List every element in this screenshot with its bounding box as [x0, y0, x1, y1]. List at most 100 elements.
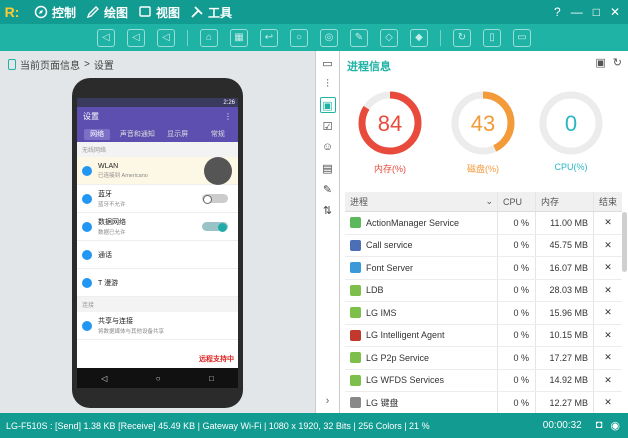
apps-icon[interactable]: ▦: [230, 28, 248, 47]
phone-screen[interactable]: 2:26 设置 ⋮ 网络 声音和通知 显示屏 常规 无线网络 WLAN 已连接到 …: [77, 98, 238, 388]
process-panel: 进程信息 ▣ ↻ 84 内存(%) 43 磁盘(%) 0 CPU(%) 进程 ⌄…: [340, 51, 628, 415]
end-process-button[interactable]: ✕: [593, 212, 622, 234]
phone-nav-bar: ◁ ○ □: [77, 368, 238, 388]
phone-tab-general[interactable]: 常规: [198, 129, 238, 139]
end-process-button[interactable]: ✕: [593, 369, 622, 391]
table-row[interactable]: ActionManager Service 0 % 11.00 MB ✕: [345, 212, 622, 235]
remote-support-badge: 远程支持中: [199, 356, 234, 363]
phone-tab-network[interactable]: 网络: [77, 129, 117, 140]
breadcrumb-root[interactable]: 当前页面信息: [20, 57, 80, 72]
rotate-icon[interactable]: ◇: [380, 28, 398, 47]
setting-row-roaming[interactable]: T 漫游: [77, 269, 238, 297]
menu-draw[interactable]: 绘图: [86, 4, 128, 21]
process-name-cell: LG IMS: [345, 307, 497, 319]
table-row[interactable]: LG IMS 0 % 15.96 MB ✕: [345, 302, 622, 325]
sliders-icon[interactable]: ⫶: [320, 76, 336, 92]
refresh-icon[interactable]: ↻: [453, 28, 471, 47]
screenshot-icon[interactable]: ◘: [596, 419, 603, 432]
expand-icon[interactable]: ›: [320, 393, 336, 409]
phone-landscape-icon[interactable]: ▭: [513, 28, 531, 47]
phone-portrait-icon[interactable]: ▯: [483, 28, 501, 47]
checklist-icon[interactable]: ☑: [320, 118, 336, 134]
volume-up-icon[interactable]: ◁: [157, 28, 175, 47]
table-row[interactable]: LG 键盘 0 % 12.27 MB ✕: [345, 392, 622, 415]
contact-icon[interactable]: ☺: [320, 139, 336, 155]
setting-row-call[interactable]: 通话: [77, 241, 238, 269]
end-process-button[interactable]: ✕: [593, 347, 622, 369]
more-vert-icon[interactable]: ⋮: [224, 112, 232, 121]
home-icon[interactable]: ⌂: [200, 28, 218, 47]
table-row[interactable]: Font Server 0 % 16.07 MB ✕: [345, 257, 622, 280]
memory-gauge-label: 内存(%): [374, 164, 406, 174]
menu-tools[interactable]: 工具: [190, 4, 232, 21]
table-row[interactable]: Call service 0 % 45.75 MB ✕: [345, 234, 622, 257]
nav-recent-icon[interactable]: □: [209, 374, 214, 383]
data-toggle[interactable]: [202, 222, 228, 232]
process-cpu: 0 %: [497, 324, 535, 346]
document-icon[interactable]: ▤: [320, 160, 336, 176]
end-process-button[interactable]: ✕: [593, 392, 622, 414]
menu-view[interactable]: 视图: [138, 4, 180, 21]
col-header-memory[interactable]: 内存: [535, 192, 593, 211]
app-logo: R:: [4, 4, 20, 20]
minimize-button[interactable]: —: [571, 5, 583, 19]
process-cpu: 0 %: [497, 234, 535, 256]
nav-back-icon[interactable]: ◁: [101, 374, 107, 383]
table-row[interactable]: LG Intelligent Agent 0 % 10.15 MB ✕: [345, 324, 622, 347]
end-process-button[interactable]: ✕: [593, 234, 622, 256]
tag-icon[interactable]: ◆: [410, 28, 428, 47]
transfer-icon[interactable]: ⇅: [320, 202, 336, 218]
phone-app-title: 设置: [83, 112, 99, 121]
table-row[interactable]: LG P2p Service 0 % 17.27 MB ✕: [345, 347, 622, 370]
help-button[interactable]: ?: [554, 5, 561, 19]
chip-icon[interactable]: ▣: [319, 97, 336, 113]
pen-icon: [86, 6, 100, 19]
setting-subtitle: 蓝牙不允许: [98, 202, 126, 208]
panel-title: 进程信息: [347, 61, 391, 73]
setting-title: T 漫游: [98, 279, 119, 287]
process-icon: [350, 329, 361, 341]
phone-tab-sound[interactable]: 声音和通知: [117, 129, 157, 139]
wlan-toggle-highlight[interactable]: [204, 157, 232, 185]
end-process-button[interactable]: ✕: [593, 302, 622, 324]
col-header-cpu[interactable]: CPU: [497, 192, 535, 211]
close-button[interactable]: ✕: [610, 5, 620, 19]
save-icon[interactable]: ▣: [595, 56, 605, 69]
process-memory: 16.07 MB: [535, 257, 593, 279]
camera-icon[interactable]: ◎: [320, 28, 338, 47]
phone-status-time: 2:26: [223, 99, 235, 106]
process-name: LG WFDS Services: [366, 375, 445, 386]
table-row[interactable]: LG WFDS Services 0 % 14.92 MB ✕: [345, 369, 622, 392]
process-cpu: 0 %: [497, 302, 535, 324]
volume-mute-icon[interactable]: ◁: [97, 28, 115, 47]
table-row[interactable]: LDB 0 % 28.03 MB ✕: [345, 279, 622, 302]
setting-row-bluetooth[interactable]: 蓝牙 蓝牙不允许: [77, 185, 238, 213]
setting-row-wlan[interactable]: WLAN 已连接到 Americano: [77, 157, 238, 185]
bluetooth-toggle[interactable]: [202, 194, 228, 204]
menu-control[interactable]: 控制: [34, 4, 76, 21]
col-header-process[interactable]: 进程 ⌄: [345, 195, 497, 208]
roaming-icon: [82, 277, 92, 288]
table-header: 进程 ⌄ CPU 内存 结束: [345, 192, 622, 212]
maximize-button[interactable]: □: [593, 5, 600, 19]
volume-down-icon[interactable]: ◁: [127, 28, 145, 47]
back-icon[interactable]: ↩: [260, 28, 278, 47]
end-process-button[interactable]: ✕: [593, 257, 622, 279]
drive-icon[interactable]: ▭: [320, 55, 336, 71]
edit-icon[interactable]: ✎: [350, 28, 368, 47]
sort-chevron-icon: ⌄: [485, 196, 493, 206]
edit-list-icon[interactable]: ✎: [320, 181, 336, 197]
end-process-button[interactable]: ✕: [593, 279, 622, 301]
device-panel: 当前页面信息 > 设置 2:26 设置 ⋮ 网络 声音和通知 显示屏 常规 无线…: [0, 51, 315, 413]
end-process-button[interactable]: ✕: [593, 324, 622, 346]
table-scrollbar[interactable]: [622, 212, 627, 272]
record-icon[interactable]: ◉: [610, 419, 620, 432]
phone-tab-display[interactable]: 显示屏: [158, 129, 198, 139]
process-name: LG Intelligent Agent: [366, 330, 445, 341]
setting-row-share[interactable]: 共享与连接 将数据媒体与其他设备共享: [77, 312, 238, 340]
process-memory: 45.75 MB: [535, 234, 593, 256]
setting-row-data[interactable]: 数据网络 数据已允许: [77, 213, 238, 241]
search-icon[interactable]: ○: [290, 28, 308, 47]
nav-home-icon[interactable]: ○: [156, 374, 161, 383]
refresh-icon[interactable]: ↻: [613, 56, 622, 69]
